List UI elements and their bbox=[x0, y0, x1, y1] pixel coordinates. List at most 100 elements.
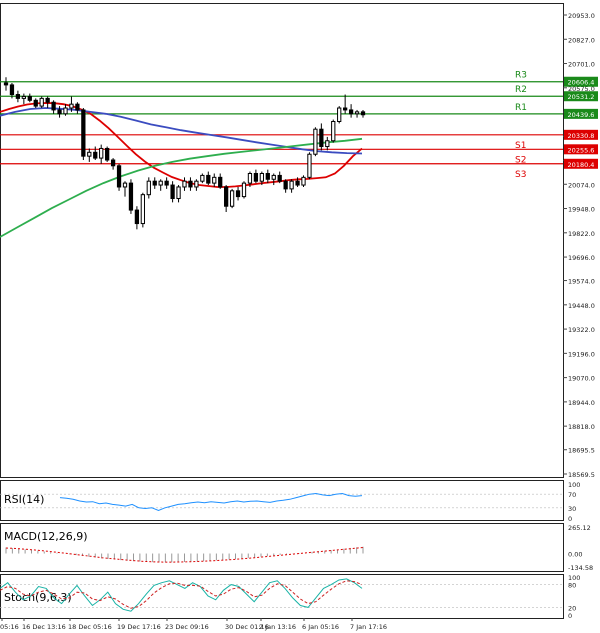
rsi-title: RSI(14) bbox=[4, 493, 44, 506]
candle-body bbox=[27, 95, 32, 101]
level-price-label: 20180.4 bbox=[568, 161, 595, 169]
x-tick-label: 7 Jan 17:16 bbox=[350, 623, 387, 631]
candle-body bbox=[176, 186, 181, 200]
candle-body bbox=[63, 107, 68, 115]
candle bbox=[307, 152, 312, 180]
y-tick-label: 20953.0 bbox=[568, 12, 595, 20]
candle-body bbox=[21, 95, 26, 99]
candle-body bbox=[87, 151, 92, 157]
macd-y-tick-label: 0.00 bbox=[568, 551, 582, 559]
candle-body bbox=[57, 109, 62, 115]
candle-body bbox=[295, 180, 300, 186]
candle-body bbox=[265, 172, 270, 180]
candle-body bbox=[241, 182, 247, 198]
y-tick-label: 18944.0 bbox=[568, 399, 595, 407]
candle-body bbox=[354, 111, 360, 115]
candle-body bbox=[182, 180, 187, 188]
candle-body bbox=[319, 128, 324, 148]
candle-body bbox=[283, 180, 288, 190]
candle bbox=[337, 106, 342, 124]
y-tick-label: 19070.0 bbox=[568, 375, 595, 383]
x-tick-label: 23 Dec 09:16 bbox=[165, 623, 209, 631]
main-price-panel: 20953.020827.020701.020575.020449.020323… bbox=[0, 3, 598, 479]
y-tick-label: 19948.0 bbox=[568, 206, 595, 214]
candle-body bbox=[301, 176, 306, 186]
level-price-label: 20255.6 bbox=[568, 146, 595, 154]
candle-body bbox=[343, 107, 348, 111]
x-tick-label: 6 Jan 05:16 bbox=[302, 623, 339, 631]
main-panel-frame bbox=[0, 3, 564, 478]
candle bbox=[128, 179, 134, 214]
y-tick-label: 18818.0 bbox=[568, 423, 595, 431]
stoch-y-tick-label: 0 bbox=[568, 612, 572, 620]
candle-body bbox=[158, 180, 163, 186]
candle bbox=[81, 108, 86, 161]
rsi-panel: 100 70 30 0 RSI(14) bbox=[0, 480, 580, 523]
candle-body bbox=[229, 190, 235, 207]
candle-body bbox=[128, 182, 134, 211]
y-tick-label: 19448.0 bbox=[568, 302, 595, 310]
candle-body bbox=[99, 147, 104, 159]
y-tick-label: 18569.5 bbox=[568, 471, 595, 479]
candle-body bbox=[218, 176, 223, 188]
y-tick-label: 19196.0 bbox=[568, 350, 595, 358]
candle-body bbox=[360, 111, 366, 116]
candle-body bbox=[110, 159, 116, 167]
candle-body bbox=[152, 180, 157, 186]
macd-y-tick-label: -134.58 bbox=[568, 564, 593, 572]
candle-body bbox=[307, 153, 312, 178]
candle-body bbox=[122, 182, 128, 188]
candle-body bbox=[33, 99, 38, 107]
candle-body bbox=[15, 94, 21, 99]
candle-body bbox=[164, 180, 169, 186]
stoch-panel: 10080200Stoch(9,6,3) bbox=[0, 574, 580, 620]
candle-body bbox=[337, 107, 342, 122]
x-tick-label: 16 Dec 13:16 bbox=[22, 623, 66, 631]
candle-body bbox=[289, 180, 294, 190]
candle bbox=[116, 163, 122, 191]
candle-body bbox=[331, 120, 336, 142]
candle-body bbox=[134, 209, 140, 225]
candle-body bbox=[194, 180, 199, 188]
candle bbox=[33, 98, 38, 109]
candle-body bbox=[9, 84, 15, 96]
candle-body bbox=[247, 172, 253, 184]
candle bbox=[140, 192, 145, 228]
candle-body bbox=[212, 176, 217, 184]
y-tick-label: 19822.0 bbox=[568, 230, 595, 238]
candle-body bbox=[271, 174, 276, 180]
rsi-y-tick-label: 30 bbox=[568, 505, 576, 513]
candle-body bbox=[348, 109, 354, 115]
x-tick-label: 2 Jan 13:16 bbox=[259, 623, 296, 631]
candle-body bbox=[140, 194, 145, 225]
candle-body bbox=[253, 172, 259, 182]
y-tick-label: 19696.0 bbox=[568, 254, 595, 262]
y-tick-label: 20701.0 bbox=[568, 61, 595, 69]
candle-body bbox=[277, 174, 282, 182]
candle-body bbox=[69, 103, 74, 109]
candle-body bbox=[188, 180, 193, 188]
rsi-y-tick-label: 0 bbox=[568, 515, 572, 523]
level-price-label: 20439.6 bbox=[568, 111, 595, 119]
rsi-y-tick-label: 70 bbox=[568, 491, 576, 499]
y-tick-label: 19574.0 bbox=[568, 278, 595, 286]
level-price-label: 20330.8 bbox=[568, 132, 595, 140]
candle-body bbox=[313, 128, 318, 155]
candle bbox=[241, 181, 247, 199]
price-chart: 20953.020827.020701.020575.020449.020323… bbox=[0, 0, 600, 633]
candle-body bbox=[75, 103, 80, 111]
candle bbox=[200, 173, 205, 184]
macd-y-tick-label: 265.12 bbox=[568, 524, 591, 532]
y-tick-label: 19322.0 bbox=[568, 326, 595, 334]
candle-body bbox=[206, 174, 211, 184]
candle-body bbox=[224, 186, 229, 207]
level-name-r2: R2 bbox=[515, 85, 527, 95]
candle bbox=[229, 188, 235, 209]
x-tick-label: 05:16 bbox=[0, 623, 19, 631]
candle-body bbox=[259, 172, 264, 182]
candle-body bbox=[170, 184, 175, 200]
x-tick-label: 18 Dec 05:16 bbox=[68, 623, 112, 631]
candle-body bbox=[81, 109, 86, 157]
candle bbox=[301, 175, 306, 187]
candle-body bbox=[93, 151, 98, 159]
